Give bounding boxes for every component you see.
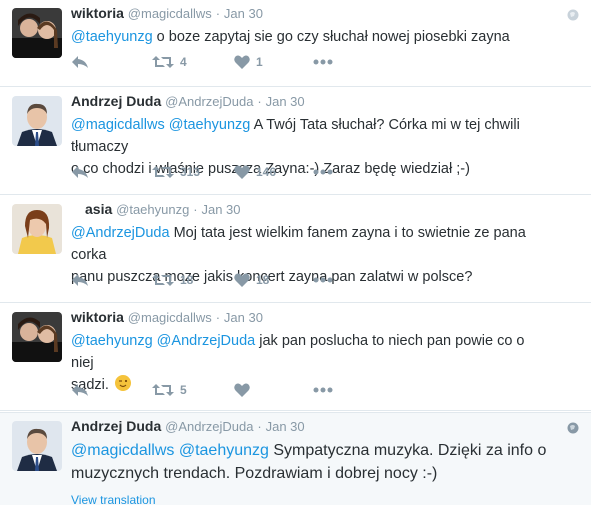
tweet-text-body: o boze zapytaj sie go czy słuchał nowej … — [152, 29, 510, 45]
fullname[interactable]: wiktoria — [71, 5, 124, 21]
fullname[interactable]: wiktoria — [71, 309, 124, 325]
like-count: 18 — [256, 273, 270, 287]
more-button[interactable] — [313, 52, 333, 72]
tweet-text: @AndrzejDuda Moj tata jest wielkim fanem… — [71, 222, 551, 288]
tweet-text-line-2: panu puszcza moze jakis koncert zayna pa… — [71, 269, 473, 285]
reply-button[interactable] — [71, 162, 89, 182]
mention-link[interactable]: @magicdallws — [71, 117, 165, 133]
retweet-count: 4 — [180, 55, 187, 69]
more-button[interactable] — [313, 270, 333, 290]
reply-icon — [72, 384, 88, 396]
more-icon — [313, 387, 333, 393]
heart-icon — [234, 273, 250, 287]
separator-dot: · — [215, 310, 221, 325]
winking-face-icon — [114, 375, 131, 391]
fullname[interactable]: asia — [85, 201, 112, 217]
tweet-header: Andrzej Duda @AndrzejDuda · Jan 30 — [71, 93, 305, 109]
username[interactable]: @taehyunzg — [116, 202, 189, 217]
tweet[interactable]: wiktoria @magicdallws · Jan 30 @taehyunz… — [0, 0, 591, 87]
reply-icon — [72, 166, 88, 178]
tweet-header: wiktoria @magicdallws · Jan 30 — [71, 309, 263, 325]
tweet[interactable]: Andrzej Duda @AndrzejDuda · Jan 30 @magi… — [0, 412, 591, 505]
tweet[interactable]: asia @taehyunzg · Jan 30 @AndrzejDuda Mo… — [0, 196, 591, 303]
tweet-header: wiktoria @magicdallws · Jan 30 — [71, 5, 263, 21]
avatar[interactable] — [12, 96, 62, 146]
reply-button[interactable] — [71, 52, 89, 72]
retweet-count: 5 — [180, 383, 187, 397]
more-icon — [313, 59, 333, 65]
heart-icon — [234, 55, 250, 69]
avatar[interactable] — [12, 204, 62, 254]
retweet-icon — [152, 56, 174, 68]
more-button[interactable] — [313, 162, 333, 182]
retweet-icon — [152, 166, 174, 178]
tweet-text: @taehyunzg @AndrzejDuda jak pan poslucha… — [71, 330, 551, 396]
mention-link[interactable]: @taehyunzg — [179, 442, 269, 459]
fullname[interactable]: Andrzej Duda — [71, 93, 161, 109]
mention-link[interactable]: @taehyunzg — [169, 117, 251, 133]
mention-link[interactable]: @AndrzejDuda — [71, 225, 170, 241]
separator-dot: · — [257, 419, 262, 434]
like-button[interactable]: 18 — [234, 270, 269, 290]
tweet-text-line-1: Sympatyczna muzyka. Dzięki za info o — [268, 442, 547, 459]
globe-icon — [567, 8, 579, 26]
timestamp[interactable]: Jan 30 — [201, 202, 240, 217]
retweet-count: 18 — [180, 273, 194, 287]
avatar[interactable] — [12, 312, 62, 362]
retweet-button[interactable]: 313 — [152, 162, 200, 182]
separator-dot: · — [215, 6, 221, 21]
view-translation-link[interactable]: View translation — [71, 493, 156, 505]
retweet-button[interactable]: 5 — [152, 380, 187, 400]
username[interactable]: @magicdallws — [128, 6, 212, 21]
tweet-text-line-2: muzycznych trendach. Pozdrawiam i dobrej… — [71, 465, 438, 482]
reply-icon — [72, 56, 88, 68]
tweet[interactable]: wiktoria @magicdallws · Jan 30 @taehyunz… — [0, 304, 591, 411]
timestamp[interactable]: Jan 30 — [224, 6, 263, 21]
reply-button[interactable] — [71, 380, 89, 400]
tweet[interactable]: Andrzej Duda @AndrzejDuda · Jan 30 @magi… — [0, 88, 591, 195]
avatar[interactable] — [12, 421, 62, 471]
tweet-text: @magicdallws @taehyunzg A Twój Tata słuc… — [71, 114, 551, 180]
tweet-text: @taehyunzg o boze zapytaj sie go czy słu… — [71, 26, 551, 48]
reply-icon — [72, 274, 88, 286]
retweet-button[interactable]: 18 — [152, 270, 193, 290]
username[interactable]: @AndrzejDuda — [165, 94, 253, 109]
tweet-feed: wiktoria @magicdallws · Jan 30 @taehyunz… — [0, 0, 591, 505]
timestamp[interactable]: Jan 30 — [224, 310, 263, 325]
timestamp[interactable]: Jan 30 — [266, 94, 305, 109]
fullname[interactable]: Andrzej Duda — [71, 418, 161, 434]
more-icon — [313, 169, 333, 175]
tweet-text: @magicdallws @taehyunzg Sympatyczna muzy… — [71, 439, 576, 485]
like-count: 1 — [256, 55, 263, 69]
retweet-icon — [152, 384, 174, 396]
heart-icon — [234, 165, 250, 179]
like-button[interactable] — [234, 380, 250, 400]
like-button[interactable]: 146 — [234, 162, 276, 182]
separator-dot: · — [257, 94, 262, 109]
separator-dot: · — [193, 202, 198, 217]
username[interactable]: @magicdallws — [128, 310, 212, 325]
mention-link[interactable]: @magicdallws — [71, 442, 174, 459]
retweet-count: 313 — [180, 165, 201, 179]
avatar[interactable] — [12, 8, 62, 58]
tweet-header: Andrzej Duda @AndrzejDuda · Jan 30 — [71, 418, 305, 434]
retweet-icon — [152, 274, 174, 286]
reply-button[interactable] — [71, 270, 89, 290]
retweet-button[interactable]: 4 — [152, 52, 187, 72]
globe-icon[interactable] — [567, 421, 579, 439]
more-button[interactable] — [313, 380, 333, 400]
like-button[interactable]: 1 — [234, 52, 263, 72]
heart-icon — [234, 383, 250, 397]
mention-link[interactable]: @taehyunzg — [71, 29, 153, 45]
username[interactable]: @AndrzejDuda — [165, 419, 253, 434]
more-icon — [313, 277, 333, 283]
tweet-header: asia @taehyunzg · Jan 30 — [85, 201, 241, 217]
timestamp[interactable]: Jan 30 — [266, 419, 305, 434]
mention-link[interactable]: @AndrzejDuda — [157, 333, 256, 349]
mention-link[interactable]: @taehyunzg — [71, 333, 153, 349]
like-count: 146 — [256, 165, 277, 179]
